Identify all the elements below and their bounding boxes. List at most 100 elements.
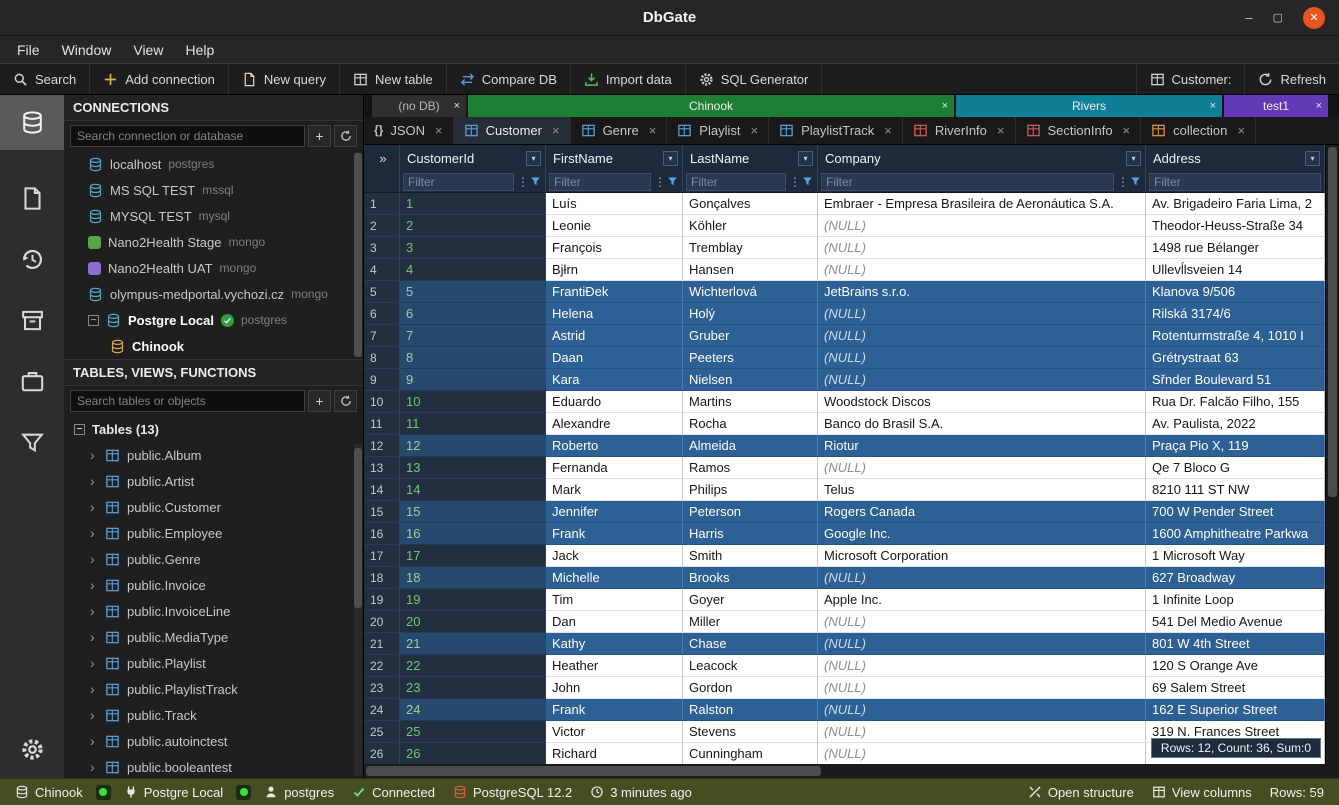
cell-customerid[interactable]: 19 [400,589,546,611]
cell[interactable]: Apple Inc. [818,589,1146,611]
cell[interactable]: 162 E Superior Street [1146,699,1325,721]
cell[interactable]: 1498 rue Bélanger [1146,237,1325,259]
query-filter-icon[interactable] [20,430,45,455]
cell-customerid[interactable]: 8 [400,347,546,369]
maximize-button[interactable]: ▢ [1273,11,1283,24]
cell[interactable]: 1 Microsoft Way [1146,545,1325,567]
cell[interactable]: (NULL) [818,369,1146,391]
cell[interactable]: Sřnder Boulevard 51 [1146,369,1325,391]
cell-customerid[interactable]: 2 [400,215,546,237]
expand-all-button[interactable]: » [364,145,400,171]
tab-sectioninfo[interactable]: SectionInfo× [1016,117,1142,144]
status-open-structure[interactable]: Open structure [1019,785,1143,800]
minimize-button[interactable]: – [1245,10,1252,25]
cell[interactable]: Peeters [683,347,818,369]
plugins-icon[interactable] [20,369,45,394]
table-public-artist[interactable]: ›public.Artist [64,468,363,494]
connection-postgre-local[interactable]: −Postgre Localpostgres [64,307,363,333]
grid-vertical-scrollbar[interactable] [1325,145,1339,764]
cell[interactable]: Goyer [683,589,818,611]
cell[interactable]: (NULL) [818,567,1146,589]
cell-customerid[interactable]: 9 [400,369,546,391]
row-number[interactable]: 25 [364,721,400,743]
cell[interactable]: Roberto [546,435,683,457]
connection-chinook[interactable]: Chinook [64,333,363,359]
table-public-mediatype[interactable]: ›public.MediaType [64,624,363,650]
row-number[interactable]: 14 [364,479,400,501]
collapse-icon[interactable]: − [88,315,99,326]
tab-collection[interactable]: collection× [1141,117,1256,144]
db-tab-chinook[interactable]: Chinook× [468,95,954,117]
collapse-icon[interactable]: − [74,424,85,435]
tab-genre[interactable]: Genre× [571,117,668,144]
cell-customerid[interactable]: 5 [400,281,546,303]
cell[interactable]: John [546,677,683,699]
row-number[interactable]: 17 [364,545,400,567]
cell-customerid[interactable]: 25 [400,721,546,743]
table-public-album[interactable]: ›public.Album [64,442,363,468]
cell[interactable]: Nielsen [683,369,818,391]
cell[interactable]: Hansen [683,259,818,281]
close-icon[interactable]: × [1123,123,1131,138]
cell[interactable]: Eduardo [546,391,683,413]
cell[interactable]: Stevens [683,721,818,743]
db-tab-rivers[interactable]: Rivers× [956,95,1222,117]
menu-window[interactable]: Window [51,36,123,63]
close-icon[interactable]: × [997,123,1005,138]
row-number[interactable]: 8 [364,347,400,369]
cell[interactable]: Jack [546,545,683,567]
cell[interactable]: Smith [683,545,818,567]
cell[interactable]: 69 Salem Street [1146,677,1325,699]
row-number[interactable]: 11 [364,413,400,435]
cell[interactable]: Tremblay [683,237,818,259]
row-number[interactable]: 21 [364,633,400,655]
connection-nano2health-uat[interactable]: Nano2Health UATmongo [64,255,363,281]
status-view-columns[interactable]: View columns [1143,785,1261,800]
scrollbar-thumb[interactable] [354,153,362,357]
table-public-playlisttrack[interactable]: ›public.PlaylistTrack [64,676,363,702]
cell-customerid[interactable]: 12 [400,435,546,457]
cell[interactable]: Google Inc. [818,523,1146,545]
cell[interactable]: Philips [683,479,818,501]
tables-group-row[interactable]: − Tables (13) [64,416,363,442]
cell[interactable]: Brooks [683,567,818,589]
cell[interactable]: (NULL) [818,743,1146,764]
scrollbar-thumb[interactable] [1328,147,1337,497]
cell[interactable]: (NULL) [818,611,1146,633]
cell[interactable]: (NULL) [818,677,1146,699]
cell[interactable]: Tim [546,589,683,611]
filter-input-company[interactable] [821,173,1114,191]
cell[interactable]: JetBrains s.r.o. [818,281,1146,303]
cell[interactable]: François [546,237,683,259]
row-number[interactable]: 23 [364,677,400,699]
files-icon[interactable] [20,186,45,211]
cell-customerid[interactable]: 1 [400,193,546,215]
cell[interactable]: Av. Paulista, 2022 [1146,413,1325,435]
filter-menu-icon[interactable]: ⋮ [517,175,526,189]
row-number[interactable]: 10 [364,391,400,413]
close-icon[interactable]: × [942,100,948,112]
cell[interactable]: (NULL) [818,633,1146,655]
cell[interactable]: Rogers Canada [818,501,1146,523]
cell-customerid[interactable]: 7 [400,325,546,347]
cell[interactable]: Alexandre [546,413,683,435]
toolbar-refresh-button[interactable]: Refresh [1244,64,1339,94]
close-icon[interactable]: × [750,123,758,138]
cell[interactable]: Astrid [546,325,683,347]
column-dropdown-icon[interactable]: ▾ [663,151,678,166]
close-icon[interactable]: × [435,123,443,138]
cell-customerid[interactable]: 21 [400,633,546,655]
cell[interactable]: Almeida [683,435,818,457]
cell[interactable]: Rilská 3174/6 [1146,303,1325,325]
cell[interactable]: Kara [546,369,683,391]
cell[interactable]: (NULL) [818,237,1146,259]
cell[interactable]: Qe 7 Bloco G [1146,457,1325,479]
cell-customerid[interactable]: 4 [400,259,546,281]
table-public-playlist[interactable]: ›public.Playlist [64,650,363,676]
cell[interactable]: (NULL) [818,325,1146,347]
scrollbar-thumb[interactable] [366,766,821,776]
row-number[interactable]: 22 [364,655,400,677]
table-public-autoinctest[interactable]: ›public.autoinctest [64,728,363,754]
refresh-tables-button[interactable] [334,390,357,412]
cell[interactable]: (NULL) [818,215,1146,237]
